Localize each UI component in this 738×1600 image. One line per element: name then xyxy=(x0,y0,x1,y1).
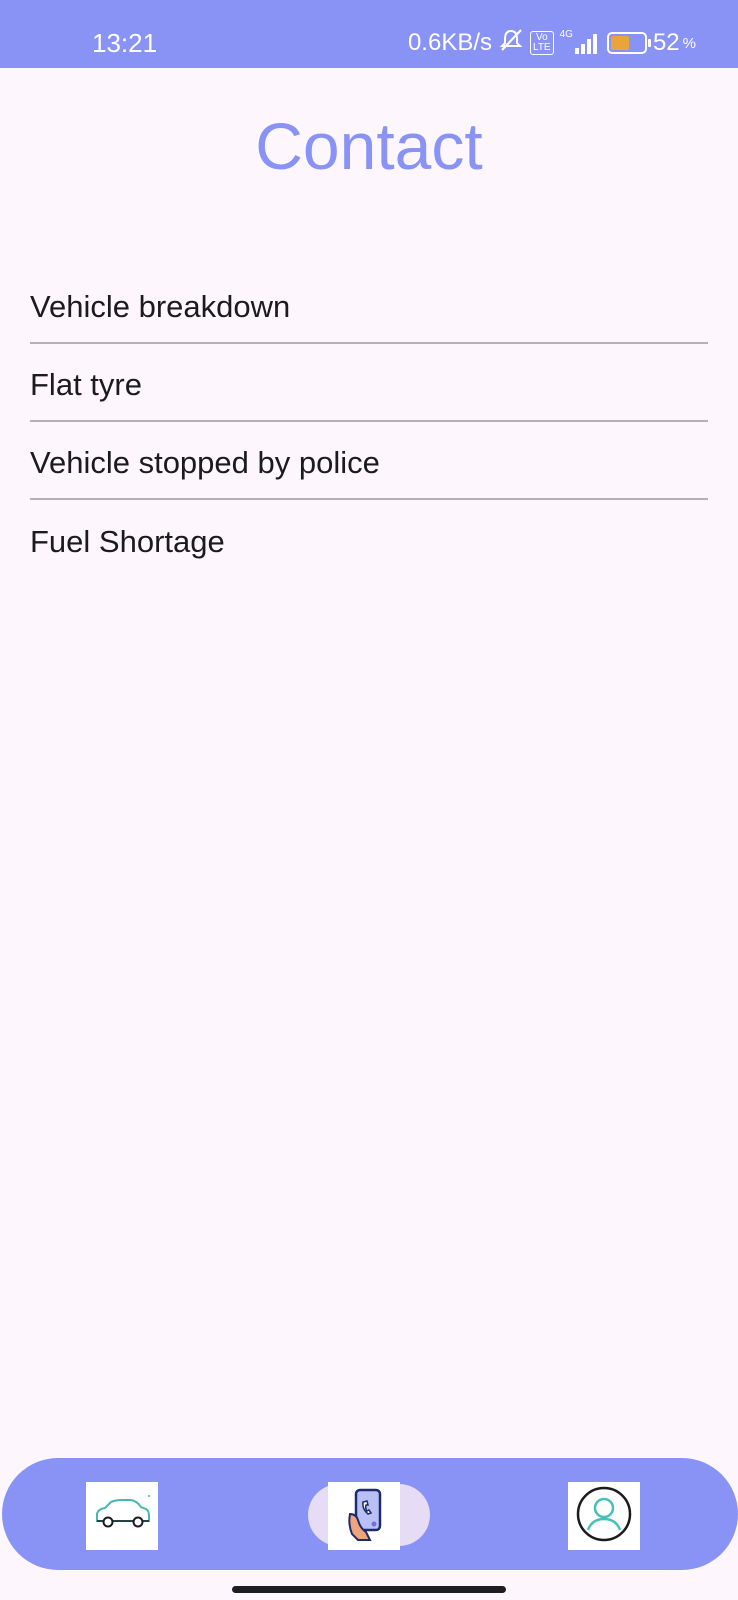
network-speed: 0.6KB/s xyxy=(407,29,492,56)
battery-icon xyxy=(606,32,651,54)
battery-percent-sign: % xyxy=(682,34,696,52)
network-type: 4G xyxy=(559,28,573,40)
status-bar: 13:21 0.6KB/s Vo LTE 4G 52% xyxy=(0,0,738,68)
nav-vehicles-button[interactable] xyxy=(86,1482,158,1550)
volte-icon: Vo LTE xyxy=(530,31,554,55)
bottom-navigation xyxy=(2,1458,738,1570)
list-item-flat-tyre[interactable]: Flat tyre xyxy=(30,344,708,422)
list-item-label: Flat tyre xyxy=(30,367,142,402)
issue-list: Vehicle breakdown Flat tyre Vehicle stop… xyxy=(30,266,708,578)
mute-icon xyxy=(498,27,524,60)
list-item-stopped-by-police[interactable]: Vehicle stopped by police xyxy=(30,422,708,500)
list-item-fuel-shortage[interactable]: Fuel Shortage xyxy=(30,500,708,578)
nav-profile-button[interactable] xyxy=(568,1482,640,1550)
nav-contact-button[interactable] xyxy=(328,1482,400,1550)
status-indicators: 0.6KB/s Vo LTE 4G 52% xyxy=(408,28,696,58)
profile-icon xyxy=(574,1484,634,1549)
list-item-label: Vehicle stopped by police xyxy=(30,445,380,480)
car-icon xyxy=(91,1494,153,1539)
phone-contact-icon xyxy=(336,1484,392,1549)
list-item-vehicle-breakdown[interactable]: Vehicle breakdown xyxy=(30,266,708,344)
page-title: Contact xyxy=(255,109,483,183)
status-time: 13:21 xyxy=(92,28,158,58)
list-item-label: Fuel Shortage xyxy=(30,524,225,559)
home-indicator[interactable] xyxy=(232,1586,506,1593)
list-item-label: Vehicle breakdown xyxy=(30,289,291,324)
battery-percent: 52 xyxy=(652,29,680,56)
signal-icon xyxy=(574,32,597,54)
